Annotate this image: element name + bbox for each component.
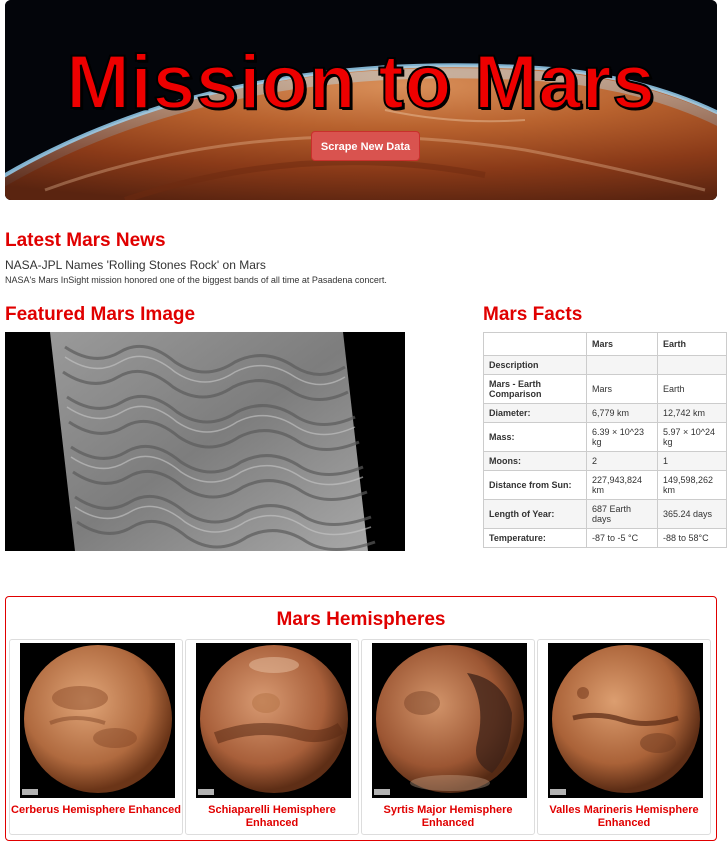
earth-value: Earth	[657, 374, 727, 404]
hemisphere-card-valles-marineris[interactable]: Valles Marineris Hemisphere Enhanced	[537, 639, 711, 835]
scrape-new-data-button[interactable]: Scrape New Data	[311, 131, 420, 161]
mars-value: 227,943,824 km	[586, 470, 658, 500]
featured-mars-image	[5, 332, 405, 551]
earth-value: 1	[657, 451, 727, 471]
mars-value: 6.39 × 10^23 kg	[586, 422, 658, 452]
cerberus-hemisphere-image[interactable]	[20, 643, 175, 798]
valles-marineris-hemisphere-image[interactable]	[548, 643, 703, 798]
earth-value: -88 to 58°C	[657, 528, 727, 548]
hemisphere-caption[interactable]: Cerberus Hemisphere Enhanced	[10, 804, 182, 817]
earth-value: 5.97 × 10^24 kg	[657, 422, 727, 452]
mars-facts-heading: Mars Facts	[483, 304, 583, 325]
earth-value: 149,598,262 km	[657, 470, 727, 500]
mars-value: 2	[586, 451, 658, 471]
mars-value: Mars	[586, 374, 658, 404]
table-row: Mars - Earth Comparison Mars Earth	[483, 374, 727, 404]
news-headline: NASA-JPL Names 'Rolling Stones Rock' on …	[5, 258, 266, 272]
row-label: Length of Year:	[483, 499, 587, 529]
hemisphere-card-syrtis-major[interactable]: Syrtis Major Hemisphere Enhanced	[361, 639, 535, 835]
hemisphere-caption[interactable]: Syrtis Major Hemisphere Enhanced	[362, 804, 534, 830]
earth-value	[657, 355, 727, 375]
mars-value	[586, 355, 658, 375]
table-row: Distance from Sun: 227,943,824 km 149,59…	[483, 470, 727, 500]
column-header	[483, 332, 587, 356]
row-label: Distance from Sun:	[483, 470, 587, 500]
hemisphere-caption[interactable]: Schiaparelli Hemisphere Enhanced	[186, 804, 358, 830]
syrtis-major-hemisphere-image[interactable]	[372, 643, 527, 798]
featured-image-heading: Featured Mars Image	[5, 304, 196, 325]
mars-facts-table: Mars Earth Description Mars - Earth Comp…	[483, 332, 727, 548]
hemispheres-heading: Mars Hemispheres	[276, 609, 446, 630]
hemispheres-panel: Mars Hemispheres Cerberus Hemisphere Enh…	[5, 596, 717, 841]
earth-value: 365.24 days	[657, 499, 727, 529]
hemisphere-card-cerberus[interactable]: Cerberus Hemisphere Enhanced	[9, 639, 183, 835]
table-row: Temperature: -87 to -5 °C -88 to 58°C	[483, 528, 727, 548]
news-teaser: NASA's Mars InSight mission honored one …	[5, 275, 387, 285]
column-header: Earth	[657, 332, 727, 356]
table-header-row: Mars Earth	[483, 332, 727, 356]
row-label: Moons:	[483, 451, 587, 471]
mars-value: 6,779 km	[586, 403, 658, 423]
mars-value: -87 to -5 °C	[586, 528, 658, 548]
hemisphere-caption[interactable]: Valles Marineris Hemisphere Enhanced	[538, 804, 710, 830]
table-row: Diameter: 6,779 km 12,742 km	[483, 403, 727, 423]
column-header: Mars	[586, 332, 658, 356]
schiaparelli-hemisphere-image[interactable]	[196, 643, 351, 798]
hemisphere-card-schiaparelli[interactable]: Schiaparelli Hemisphere Enhanced	[185, 639, 359, 835]
hero-banner: Mission to Mars Scrape New Data	[5, 0, 717, 200]
row-label: Mass:	[483, 422, 587, 452]
row-label: Temperature:	[483, 528, 587, 548]
row-label: Diameter:	[483, 403, 587, 423]
table-row: Mass: 6.39 × 10^23 kg 5.97 × 10^24 kg	[483, 422, 727, 452]
row-label: Description	[483, 355, 587, 375]
table-row: Description	[483, 355, 727, 375]
row-label: Mars - Earth Comparison	[483, 374, 587, 404]
latest-news-heading: Latest Mars News	[5, 230, 166, 251]
table-row: Moons: 2 1	[483, 451, 727, 471]
mars-value: 687 Earth days	[586, 499, 658, 529]
table-row: Length of Year: 687 Earth days 365.24 da…	[483, 499, 727, 529]
page-title: Mission to Mars	[65, 39, 656, 126]
earth-value: 12,742 km	[657, 403, 727, 423]
